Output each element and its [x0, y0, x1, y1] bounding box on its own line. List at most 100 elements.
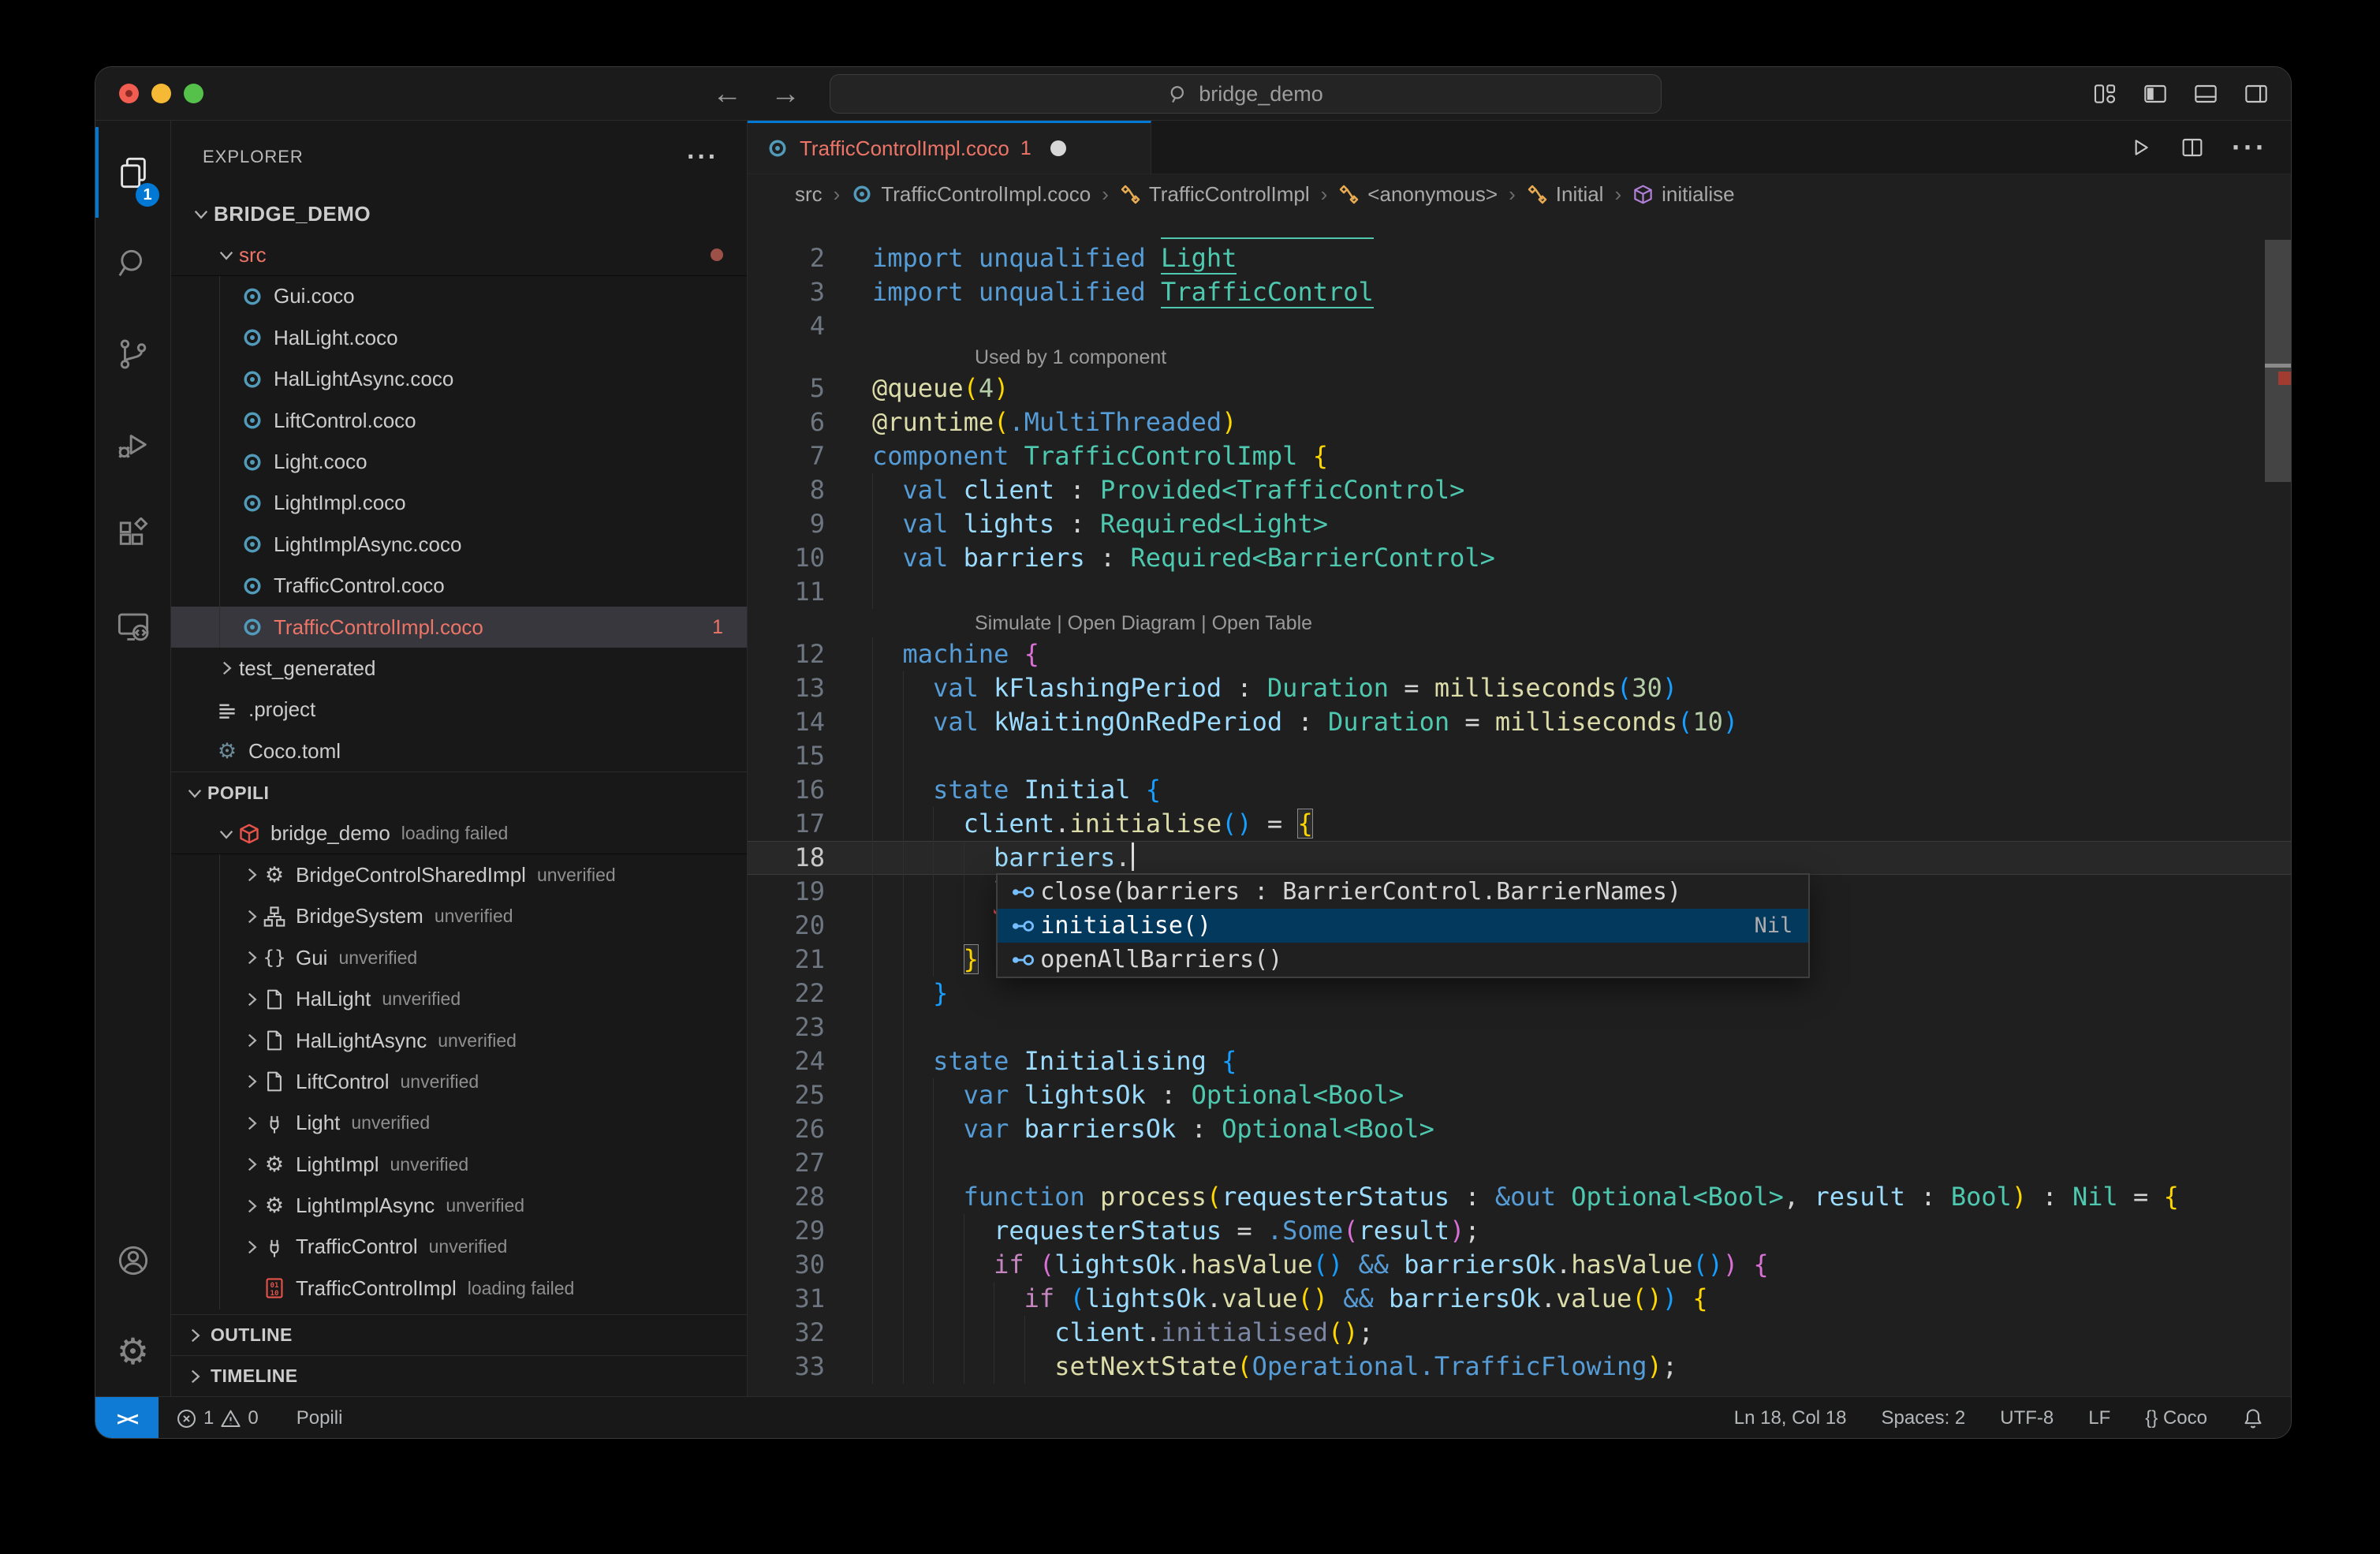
- code-line-2[interactable]: 2import unqualified Light: [748, 241, 2291, 275]
- breadcrumb-item-initialise[interactable]: initialise: [1632, 182, 1735, 207]
- minimize-window-icon[interactable]: [151, 84, 171, 103]
- breadcrumb-item-src[interactable]: src: [795, 182, 823, 207]
- code-line-14[interactable]: 14 val kWaitingOnRedPeriod : Duration = …: [748, 705, 2291, 739]
- tree-item-coco-toml[interactable]: ⚙Coco.toml: [171, 730, 747, 771]
- breadcrumb-item-initial[interactable]: Initial: [1527, 182, 1604, 207]
- tree-item-hallightasync[interactable]: HalLightAsyncunverified: [171, 1020, 747, 1061]
- tree-item-trafficcontrolimpl[interactable]: 0110TrafficControlImplloading failed: [171, 1268, 747, 1309]
- activity-run-debug[interactable]: [95, 399, 170, 490]
- code-line-5[interactable]: 5@queue(4): [748, 372, 2291, 405]
- command-center-search[interactable]: bridge_demo: [830, 74, 1662, 114]
- code-line-11[interactable]: 11: [748, 575, 2291, 609]
- tree-item-bridge-demo[interactable]: BRIDGE_DEMO: [171, 193, 747, 234]
- code-line-24[interactable]: 24 state Initialising {: [748, 1044, 2291, 1078]
- code-line-30[interactable]: 30 if (lightsOk.hasValue() && barriersOk…: [748, 1248, 2291, 1282]
- tree-item-lightimplasync[interactable]: ⚙LightImplAsyncunverified: [171, 1185, 747, 1226]
- activity-extensions[interactable]: [95, 490, 170, 581]
- tree-item-src[interactable]: src: [171, 234, 747, 275]
- bell-icon[interactable]: [2242, 1407, 2264, 1429]
- eol-status[interactable]: LF: [2088, 1407, 2110, 1429]
- tab-trafficcontrolimpl-coco[interactable]: TrafficControlImpl.coco 1: [748, 121, 1151, 174]
- zoom-window-icon[interactable]: [184, 84, 203, 103]
- tree-item-lightimpl[interactable]: ⚙LightImplunverified: [171, 1144, 747, 1185]
- tree-item-light[interactable]: Lightunverified: [171, 1103, 747, 1144]
- code-line-7[interactable]: 7component TrafficControlImpl {: [748, 439, 2291, 473]
- tree-item-bridgesystem[interactable]: BridgeSystemunverified: [171, 896, 747, 937]
- code-line-10[interactable]: 10 val barriers : Required<BarrierContro…: [748, 541, 2291, 575]
- breadcrumb-item-trafficcontrolimpl[interactable]: TrafficControlImpl: [1120, 182, 1310, 207]
- tree-item-liftcontrol-coco[interactable]: LiftControl.coco: [171, 400, 747, 441]
- code-line-31[interactable]: 31 if (lightsOk.value() && barriersOk.va…: [748, 1282, 2291, 1316]
- suggestion-close[interactable]: close(barriers : BarrierControl.BarrierN…: [998, 875, 1808, 909]
- tree-item-project[interactable]: .project: [171, 689, 747, 730]
- activity-accounts[interactable]: [95, 1215, 170, 1306]
- breadcrumb-item-trafficcontrolimpl-coco[interactable]: TrafficControlImpl.coco: [851, 182, 1091, 207]
- indentation-status[interactable]: Spaces: 2: [1882, 1407, 1966, 1429]
- split-editor-icon[interactable]: [2180, 135, 2205, 160]
- code-line-25[interactable]: 25 var lightsOk : Optional<Bool>: [748, 1078, 2291, 1112]
- code-line-29[interactable]: 29 requesterStatus = .Some(result);: [748, 1214, 2291, 1248]
- problems-status[interactable]: 1 0: [176, 1407, 259, 1429]
- activity-remote-explorer[interactable]: [95, 581, 170, 671]
- tree-item-hallightasync-coco[interactable]: HalLightAsync.coco: [171, 359, 747, 400]
- code-line-28[interactable]: 28 function process(requesterStatus : &o…: [748, 1180, 2291, 1214]
- tree-item-gui[interactable]: {}Guiunverified: [171, 937, 747, 978]
- suggestion-openallbarriers[interactable]: openAllBarriers(): [998, 943, 1808, 977]
- code-line-16[interactable]: 16 state Initial {: [748, 773, 2291, 807]
- tree-item-hallight[interactable]: HalLightunverified: [171, 978, 747, 1019]
- activity-settings[interactable]: ⚙: [95, 1306, 170, 1396]
- code-line-32[interactable]: 32 client.initialised();: [748, 1316, 2291, 1350]
- toggle-panel-icon[interactable]: [2192, 81, 2220, 106]
- timeline-section[interactable]: TIMELINE: [171, 1355, 747, 1396]
- codelens[interactable]: Simulate | Open Diagram | Open Table: [748, 609, 2291, 637]
- activity-source-control[interactable]: [95, 308, 170, 399]
- code-line-22[interactable]: 22 }: [748, 977, 2291, 1010]
- tree-item-gui-coco[interactable]: Gui.coco: [171, 276, 747, 317]
- scrollbar-thumb[interactable]: [2265, 240, 2291, 482]
- modified-dot-icon[interactable]: [1050, 140, 1066, 156]
- more-actions-icon[interactable]: ···: [2232, 131, 2267, 164]
- code-line-18[interactable]: 18 barriers.: [748, 841, 2291, 875]
- toggle-primary-sidebar-icon[interactable]: [2141, 81, 2169, 106]
- code-line-3[interactable]: 3import unqualified TrafficControl: [748, 275, 2291, 309]
- encoding-status[interactable]: UTF-8: [2000, 1407, 2054, 1429]
- toggle-secondary-sidebar-icon[interactable]: [2242, 81, 2270, 106]
- code-line-6[interactable]: 6@runtime(.MultiThreaded): [748, 405, 2291, 439]
- tree-item-hallight-coco[interactable]: HalLight.coco: [171, 317, 747, 358]
- tree-item-trafficcontrolimpl-coco[interactable]: TrafficControlImpl.coco1: [171, 607, 747, 648]
- code-editor[interactable]: 2import unqualified Light3import unquali…: [748, 214, 2291, 1396]
- tree-item-trafficcontrol-coco[interactable]: TrafficControl.coco: [171, 566, 747, 607]
- tree-item-liftcontrol[interactable]: LiftControlunverified: [171, 1061, 747, 1102]
- code-line-27[interactable]: 27: [748, 1146, 2291, 1180]
- tree-item-bridgecontrolsharedimpl[interactable]: ⚙BridgeControlSharedImplunverified: [171, 854, 747, 895]
- codelens[interactable]: Used by 1 component: [748, 343, 2291, 372]
- more-actions-icon[interactable]: ···: [687, 142, 718, 173]
- code-line-12[interactable]: 12 machine {: [748, 637, 2291, 671]
- code-line-13[interactable]: 13 val kFlashingPeriod : Duration = mill…: [748, 671, 2291, 705]
- cursor-position-status[interactable]: Ln 18, Col 18: [1734, 1407, 1847, 1429]
- tree-item-lightimplasync-coco[interactable]: LightImplAsync.coco: [171, 524, 747, 565]
- popili-status[interactable]: Popili: [297, 1407, 343, 1429]
- forward-arrow-icon[interactable]: →: [770, 77, 800, 111]
- remote-indicator[interactable]: ><: [95, 1397, 159, 1439]
- activity-explorer[interactable]: 1: [95, 127, 170, 218]
- tree-item-test-generated[interactable]: test_generated: [171, 648, 747, 689]
- tree-item-lightimpl-coco[interactable]: LightImpl.coco: [171, 483, 747, 524]
- code-line-23[interactable]: 23: [748, 1010, 2291, 1044]
- tree-item-light-coco[interactable]: Light.coco: [171, 441, 747, 482]
- customize-layout-icon[interactable]: [2091, 81, 2119, 106]
- code-line-9[interactable]: 9 val lights : Required<Light>: [748, 507, 2291, 541]
- language-status[interactable]: {} Coco: [2145, 1407, 2207, 1429]
- code-line-15[interactable]: 15: [748, 739, 2291, 773]
- outline-section[interactable]: OUTLINE: [171, 1314, 747, 1355]
- close-window-icon[interactable]: [119, 84, 139, 103]
- code-line-8[interactable]: 8 val client : Provided<TrafficControl>: [748, 473, 2291, 507]
- code-line-26[interactable]: 26 var barriersOk : Optional<Bool>: [748, 1112, 2291, 1146]
- tree-item-trafficcontrol[interactable]: TrafficControlunverified: [171, 1227, 747, 1268]
- breadcrumb-item-anonymous[interactable]: <anonymous>: [1338, 182, 1498, 207]
- back-arrow-icon[interactable]: ←: [712, 77, 742, 111]
- tree-item-bridge-demo[interactable]: bridge_demoloading failed: [171, 813, 747, 854]
- suggestion-initialise[interactable]: initialise()Nil: [998, 909, 1808, 943]
- code-line-4[interactable]: 4: [748, 309, 2291, 343]
- run-icon[interactable]: [2128, 135, 2153, 160]
